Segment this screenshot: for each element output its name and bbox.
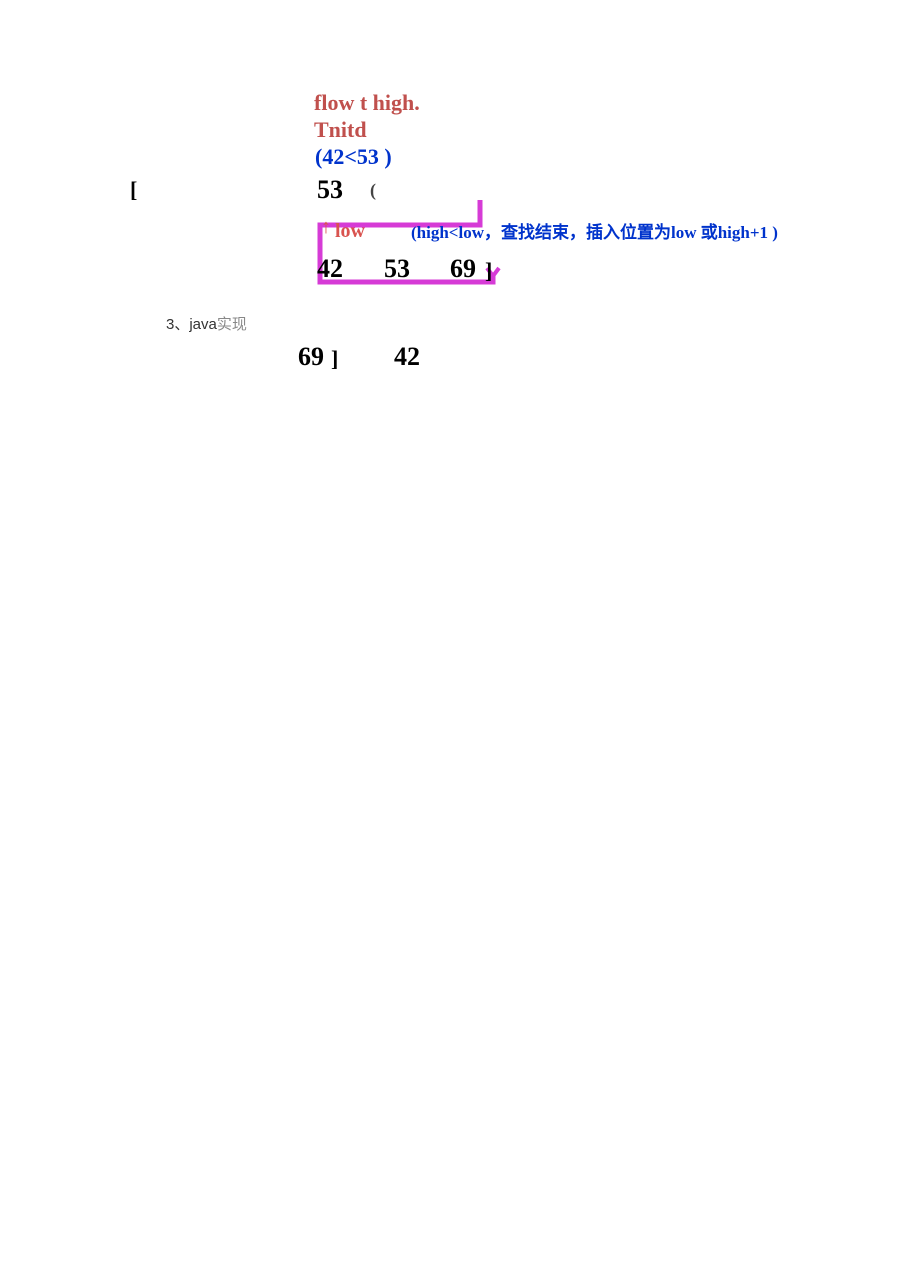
high-low-note: (high<low，查找结束，插入位置为low 或high+1 ) [411,218,778,243]
section-prefix: 3、java [166,316,217,333]
value-53-top: 53 [317,175,343,205]
value-42: 42 [317,254,343,284]
title-line-1: flow t high. [314,90,420,116]
value-69: 69 [450,254,476,284]
up-arrow-icon: ↑ [321,216,331,239]
condition-text: (42<53 ) [315,144,392,170]
title-line-2: Tnitd [314,117,367,143]
flow-arrow-icon [313,200,513,290]
section-suffix: 实现 [217,316,247,333]
bracket-bottom: ] [331,346,338,372]
paren-top: ( [370,180,376,201]
bracket-left: [ [130,177,137,203]
bracket-right: ] [485,258,492,284]
low-pointer-label: low [335,220,365,243]
section-heading: 3、java实现 [166,313,247,334]
value-42-bottom: 42 [394,342,420,372]
value-69-bottom: 69 [298,342,324,372]
value-53-bottom: 53 [384,254,410,284]
